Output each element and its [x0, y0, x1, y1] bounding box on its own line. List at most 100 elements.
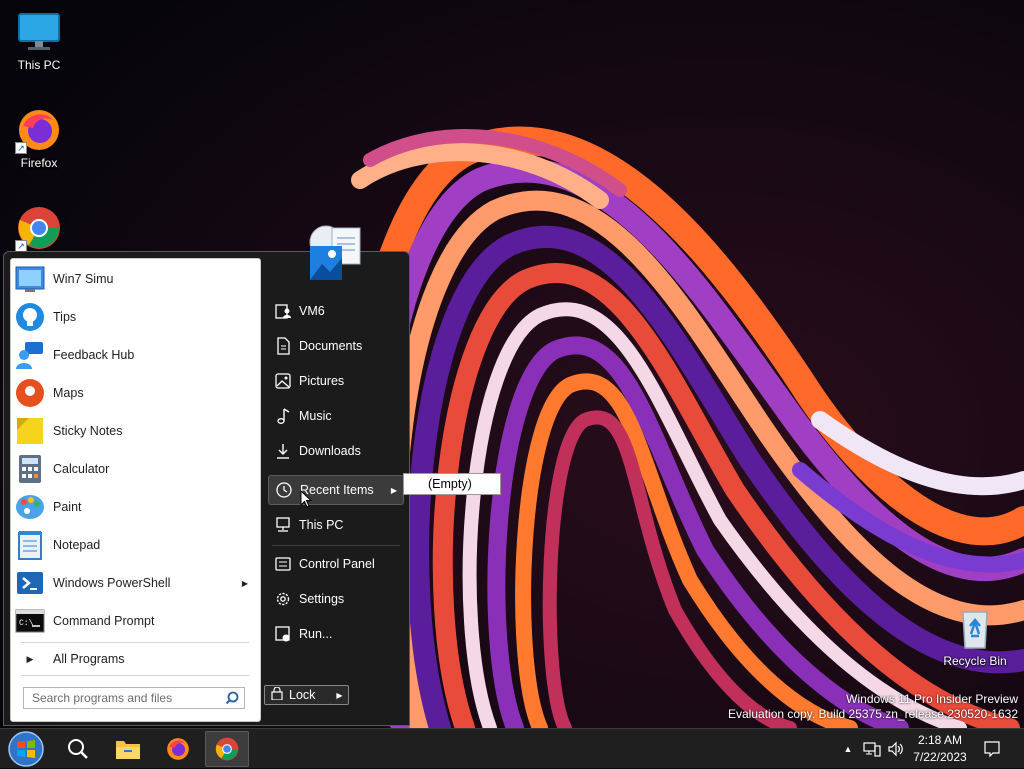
- program-tips[interactable]: Tips: [15, 299, 258, 335]
- submenu-arrow-icon: ▶: [241, 578, 248, 588]
- user-picture-icon[interactable]: [306, 224, 364, 282]
- taskbar-file-explorer[interactable]: [106, 731, 150, 767]
- search-input[interactable]: [24, 690, 224, 706]
- start-right-music[interactable]: Music: [268, 401, 404, 431]
- user-folder-icon: [273, 301, 293, 321]
- computer-icon: [273, 515, 293, 535]
- chrome-icon: ↗: [15, 204, 63, 252]
- desktop-icon-label: Recycle Bin: [943, 654, 1007, 668]
- run-icon: [273, 624, 293, 644]
- start-search-box[interactable]: [23, 687, 245, 709]
- right-item-label: Music: [299, 409, 332, 423]
- right-item-label: Documents: [299, 339, 363, 353]
- start-right-recent-items[interactable]: Recent Items ▶: [268, 475, 404, 505]
- lock-button[interactable]: Lock: [264, 685, 332, 705]
- taskbar-chrome[interactable]: [205, 731, 249, 767]
- program-win7-simu[interactable]: Win7 Simu: [15, 261, 258, 297]
- program-notepad[interactable]: Notepad: [15, 527, 258, 563]
- program-label: Feedback Hub: [53, 348, 135, 362]
- start-right-pictures[interactable]: Pictures: [268, 366, 404, 396]
- lock-options-arrow[interactable]: ▶: [331, 685, 349, 705]
- right-column-divider: [272, 545, 400, 546]
- recent-items-empty-entry[interactable]: (Empty): [428, 477, 472, 491]
- start-right-this-pc[interactable]: This PC: [268, 510, 404, 540]
- all-programs-arrow-icon: ▶: [26, 653, 34, 664]
- program-feedback-hub[interactable]: Feedback Hub: [15, 337, 258, 373]
- command-prompt-icon: C:\: [15, 606, 45, 636]
- folder-icon: [116, 741, 140, 759]
- program-label: Calculator: [53, 462, 110, 476]
- desktop-icon-chrome[interactable]: ↗: [1, 204, 77, 254]
- program-label: Sticky Notes: [53, 424, 123, 438]
- recent-items-submenu: (Empty): [403, 473, 501, 495]
- program-label: Maps: [53, 386, 84, 400]
- gear-icon: [273, 589, 293, 609]
- start-right-settings[interactable]: Settings: [268, 584, 404, 614]
- program-label: Command Prompt: [53, 614, 155, 628]
- picture-icon: [273, 371, 293, 391]
- recycle-bin-icon: [951, 604, 999, 652]
- program-label: Tips: [53, 310, 77, 324]
- sticky-notes-icon: [15, 416, 45, 446]
- paint-icon: [15, 492, 45, 522]
- monitor-icon: [15, 8, 63, 56]
- desktop-icon-firefox[interactable]: ↗ Firefox: [1, 106, 77, 170]
- desktop-icon-this-pc[interactable]: This PC: [1, 8, 77, 72]
- program-list-divider: [21, 642, 249, 643]
- start-right-downloads[interactable]: Downloads: [268, 436, 404, 466]
- win7-simu-icon: [15, 264, 45, 294]
- right-item-label: VM6: [299, 304, 325, 318]
- program-calculator[interactable]: Calculator: [15, 451, 258, 487]
- document-icon: [273, 336, 293, 356]
- start-right-run[interactable]: Run...: [268, 619, 404, 649]
- feedback-hub-icon: [15, 340, 45, 370]
- start-button[interactable]: [4, 731, 48, 767]
- start-right-vm6[interactable]: VM6: [268, 296, 404, 326]
- right-item-label: This PC: [299, 518, 344, 532]
- search-icon: [68, 739, 88, 759]
- notepad-icon: [15, 530, 45, 560]
- evaluation-watermark: Windows 11 Pro Insider Preview Evaluatio…: [728, 692, 1018, 722]
- tips-icon: [15, 302, 45, 332]
- music-icon: [273, 406, 293, 426]
- firefox-icon: ↗: [15, 106, 63, 154]
- notification-center-icon[interactable]: [980, 729, 1004, 769]
- right-item-label: Run...: [299, 627, 333, 641]
- desktop-icon-recycle-bin[interactable]: Recycle Bin: [937, 604, 1013, 668]
- desktop-icon-label: This PC: [17, 58, 61, 72]
- right-item-label: Settings: [299, 592, 345, 606]
- mouse-cursor-icon: [300, 489, 313, 511]
- program-label: Win7 Simu: [53, 272, 114, 286]
- taskbar-search-button[interactable]: [56, 731, 100, 767]
- right-item-label: Pictures: [299, 374, 345, 388]
- lock-icon: [271, 686, 283, 703]
- start-right-control-panel[interactable]: Control Panel: [268, 549, 404, 579]
- search-icon[interactable]: [225, 691, 239, 708]
- clock-time: 2:18 AM: [917, 733, 963, 747]
- all-programs-button[interactable]: ▶ All Programs: [15, 647, 258, 671]
- taskbar: ▲ 2:18 AM 7/22/2023: [0, 728, 1024, 768]
- all-programs-label: All Programs: [53, 652, 125, 666]
- watermark-line-2: Evaluation copy. Build 25375.zn_release.…: [728, 707, 1018, 721]
- program-maps[interactable]: Maps: [15, 375, 258, 411]
- taskbar-clock[interactable]: 2:18 AM 7/22/2023: [900, 729, 980, 769]
- program-label: Windows PowerShell: [53, 576, 171, 590]
- chrome-icon: [215, 737, 239, 761]
- program-sticky-notes[interactable]: Sticky Notes: [15, 413, 258, 449]
- right-item-label: Control Panel: [299, 557, 375, 571]
- right-item-label: Downloads: [299, 444, 361, 458]
- clock-date: 7/22/2023: [913, 750, 967, 764]
- program-paint[interactable]: Paint: [15, 489, 258, 525]
- network-icon[interactable]: [860, 729, 884, 769]
- download-icon: [273, 441, 293, 461]
- firefox-icon: [167, 738, 189, 760]
- lock-label: Lock: [289, 688, 316, 702]
- taskbar-firefox[interactable]: [156, 731, 200, 767]
- submenu-arrow-icon: ▶: [390, 485, 397, 495]
- calculator-icon: [15, 454, 45, 484]
- search-divider: [21, 675, 249, 676]
- show-hidden-icons-chevron-icon[interactable]: ▲: [840, 729, 856, 769]
- start-right-documents[interactable]: Documents: [268, 331, 404, 361]
- program-command-prompt[interactable]: C:\ Command Prompt: [15, 603, 258, 639]
- program-windows-powershell[interactable]: Windows PowerShell ▶: [15, 565, 258, 601]
